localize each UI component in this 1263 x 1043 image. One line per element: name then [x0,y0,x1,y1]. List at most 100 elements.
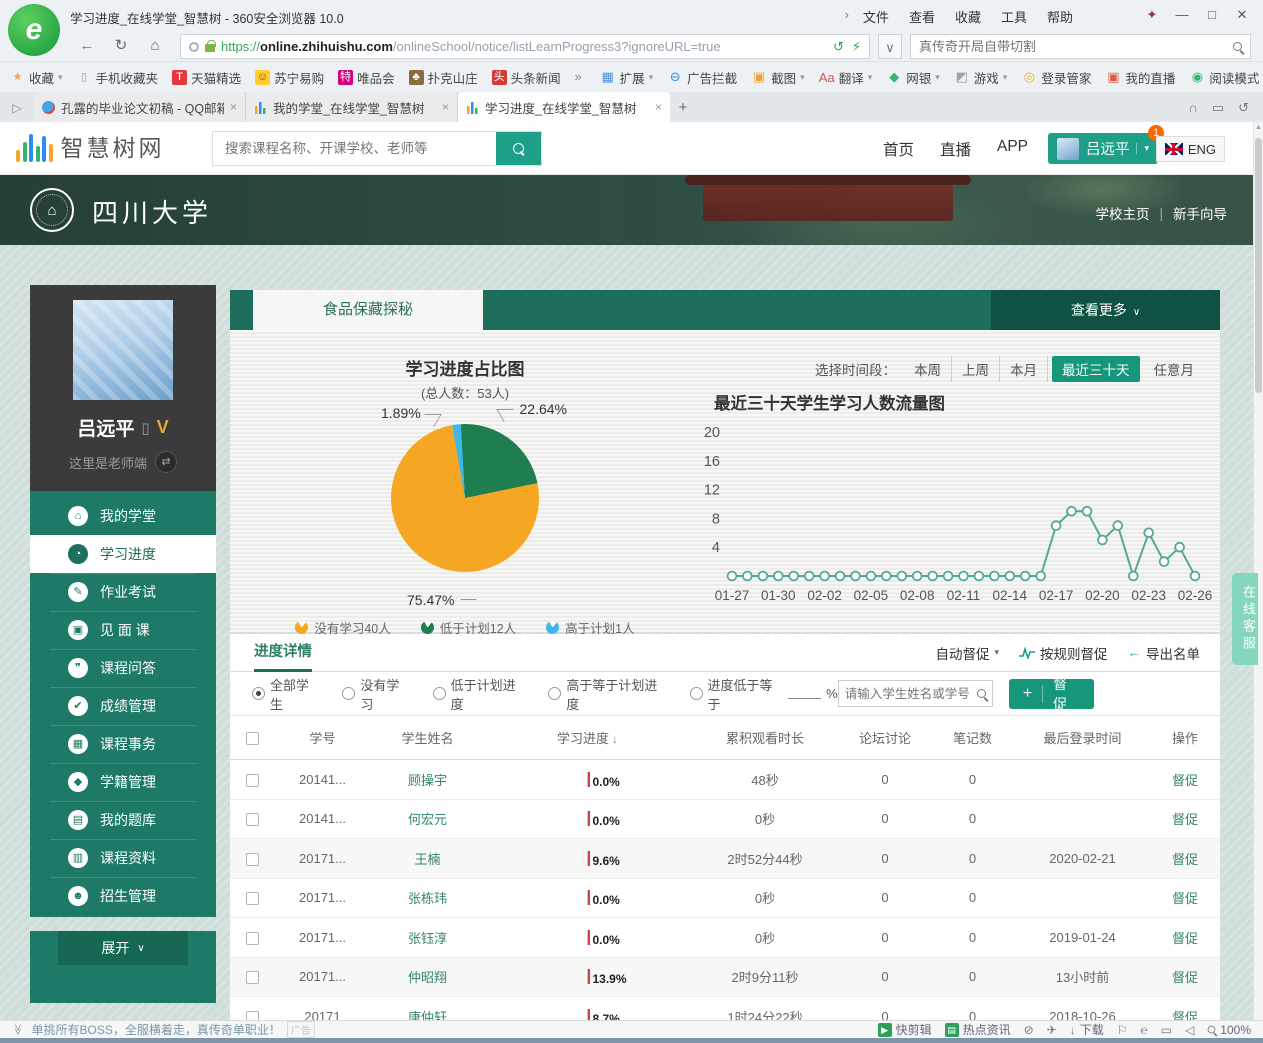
browser-tab[interactable]: 学习进度_在线学堂_智慧树× [458,92,670,122]
supervise-link[interactable]: 督促 [1172,773,1198,788]
user-avatar-photo[interactable] [73,300,173,400]
header-notes[interactable]: 笔记数 [930,728,1015,747]
view-more-button[interactable]: 查看更多∨ [991,290,1220,330]
maximize-button[interactable]: □ [1197,3,1227,27]
course-search-button[interactable] [496,132,541,165]
row-checkbox[interactable] [246,971,259,984]
toolbar-extension[interactable]: ⊖广告拦截 [667,68,737,87]
window-mode-icon[interactable]: ▭ [1161,1023,1172,1037]
bookmark-item[interactable]: ▯手机收藏夹 [77,68,159,87]
close-button[interactable]: ✕ [1227,3,1257,27]
new-tab-button[interactable]: + [670,94,696,122]
speed-icon[interactable]: ⚡ [852,39,861,55]
student-name[interactable]: 王楠 [414,852,440,867]
minimize-button[interactable]: — [1167,3,1197,27]
menu-item[interactable]: 帮助 [1047,7,1073,26]
speed-tool-icon[interactable]: ⊘ [1024,1023,1034,1037]
sidebar-item[interactable]: ⌂ 我的学堂 [30,497,216,535]
bookmark-item[interactable]: ♣扑克山庄 [409,68,478,87]
tabbar-tool-icon[interactable]: ↺ [1238,94,1249,122]
bookmark-item[interactable]: T天猫精选 [172,68,241,87]
sidebar-item[interactable]: ✎ 作业考试 [30,573,216,611]
online-service-tab[interactable]: 在线客服 [1232,573,1258,665]
filter-radio-option[interactable]: 全部学生 [252,675,325,713]
browser-tab[interactable]: 我的学堂_在线学堂_智慧树× [246,92,458,122]
auto-supervise-dropdown[interactable]: 自动督促▾ [935,643,999,663]
student-name[interactable]: 张栋玮 [408,891,447,906]
filter-radio-option[interactable]: 高于等于计划进度 [548,675,672,713]
browser-search-input[interactable] [919,39,1233,54]
sidebar-item[interactable]: ❞ 课程问答 [30,649,216,687]
supervise-link[interactable]: 督促 [1172,931,1198,946]
toolbar-extension[interactable]: ◉阅读模式 [1189,68,1259,87]
time-filter-option[interactable]: 本月 [1000,356,1048,382]
header-watch-time[interactable]: 累积观看时长 [690,728,840,747]
supervise-link[interactable]: 督促 [1172,852,1198,867]
bookmark-item[interactable]: 头头条新闻 [492,68,561,87]
time-filter-option[interactable]: 任意月 [1144,356,1205,382]
time-filter-option[interactable]: 本周 [904,356,952,382]
user-menu-button[interactable]: 吕远平 ▾ 1 [1048,133,1158,164]
menu-item[interactable]: 工具 [1001,7,1027,26]
toolbar-extension[interactable]: ◎登录管家 [1021,68,1091,87]
bookmark-item[interactable]: ★收藏 [10,68,63,87]
url-text[interactable]: https://online.zhihuishu.com/onlineSchoo… [221,39,827,54]
school-home-link[interactable]: 学校主页 [1095,203,1149,223]
toolbar-extension[interactable]: ◆网银 [886,68,940,87]
course-search-input[interactable] [213,132,496,165]
mute-icon[interactable]: ◁ [1185,1023,1194,1037]
time-filter-option[interactable]: 上周 [952,356,1000,382]
beginner-guide-link[interactable]: 新手向导 [1173,203,1227,223]
home-button[interactable]: ⌂ [140,34,170,58]
row-checkbox[interactable] [246,892,259,905]
sidebar-item[interactable]: ✔ 成绩管理 [30,687,216,725]
student-name[interactable]: 何宏元 [408,812,447,827]
browser-logo-icon[interactable]: e [8,4,60,56]
tabbar-tool-icon[interactable]: ▭ [1212,94,1224,122]
refresh-button[interactable]: ↻ [106,34,136,58]
filter-radio-option[interactable]: 低于计划进度 [433,675,532,713]
download-button[interactable]: ↓下载 [1070,1021,1104,1038]
tab-list-icon[interactable]: ▷ [0,94,34,122]
supervise-button[interactable]: + 督促 [1009,679,1094,709]
header-progress[interactable]: 学习进度↓ [485,728,690,747]
sidebar-item[interactable]: ☻ 招生管理 [30,877,216,915]
sidebar-item[interactable]: ▣ 见 面 课 [30,611,216,649]
time-filter-option[interactable]: 最近三十天 [1052,356,1140,382]
filter-radio-option[interactable]: 没有学习 [342,675,415,713]
toolbar-extension[interactable]: ▦扩展 [600,68,654,87]
header-student-name[interactable]: 学生姓名 [370,728,485,747]
back-button[interactable]: ← [72,34,102,58]
zhihuishu-logo[interactable]: 智慧树网 [16,132,165,162]
tab-close-icon[interactable]: × [442,100,449,114]
toolbar-extension[interactable]: ◩游戏 [954,68,1008,87]
tabbar-tool-icon[interactable]: ∩ [1188,94,1197,122]
bookmark-item[interactable]: 特唯品会 [338,68,395,87]
row-checkbox[interactable] [246,774,259,787]
switch-role-icon[interactable]: ⇄ [155,451,177,473]
course-tab[interactable]: 食品保藏探秘 [253,290,483,330]
menu-item[interactable]: 收藏 [955,7,981,26]
game-tool-icon[interactable]: ✈ [1047,1023,1057,1037]
url-box[interactable]: https://online.zhihuishu.com/onlineSchoo… [180,34,870,59]
pie-chart[interactable] [391,424,539,572]
toolbar-extension[interactable]: ▣截图 [751,68,805,87]
search-icon[interactable] [1233,42,1242,51]
toolbar-extension[interactable]: Aa翻译 [819,68,873,87]
site-nav-item[interactable]: 首页 [883,138,914,160]
sidebar-item[interactable]: ▤ 我的题库 [30,801,216,839]
page-scrollbar[interactable]: ▲ [1253,122,1263,1020]
search-icon[interactable] [977,689,986,698]
student-name[interactable]: 张钰淳 [408,931,447,946]
site-info-icon[interactable] [189,42,199,52]
no-trace-icon[interactable]: ↺ [833,39,844,55]
scrollbar-thumb[interactable] [1255,138,1262,393]
zoom-control[interactable]: 100% [1207,1023,1251,1037]
progress-detail-tab[interactable]: 进度详情 [254,634,312,672]
student-search-input[interactable] [845,687,977,701]
browser-tab[interactable]: 孔露的毕业论文初稿 - QQ邮箱× [34,92,246,122]
bookmark-item[interactable]: ☺苏宁易购 [255,68,324,87]
select-all-checkbox[interactable] [246,732,259,745]
hot-news-button[interactable]: ▤热点资讯 [945,1021,1011,1038]
row-checkbox[interactable] [246,932,259,945]
